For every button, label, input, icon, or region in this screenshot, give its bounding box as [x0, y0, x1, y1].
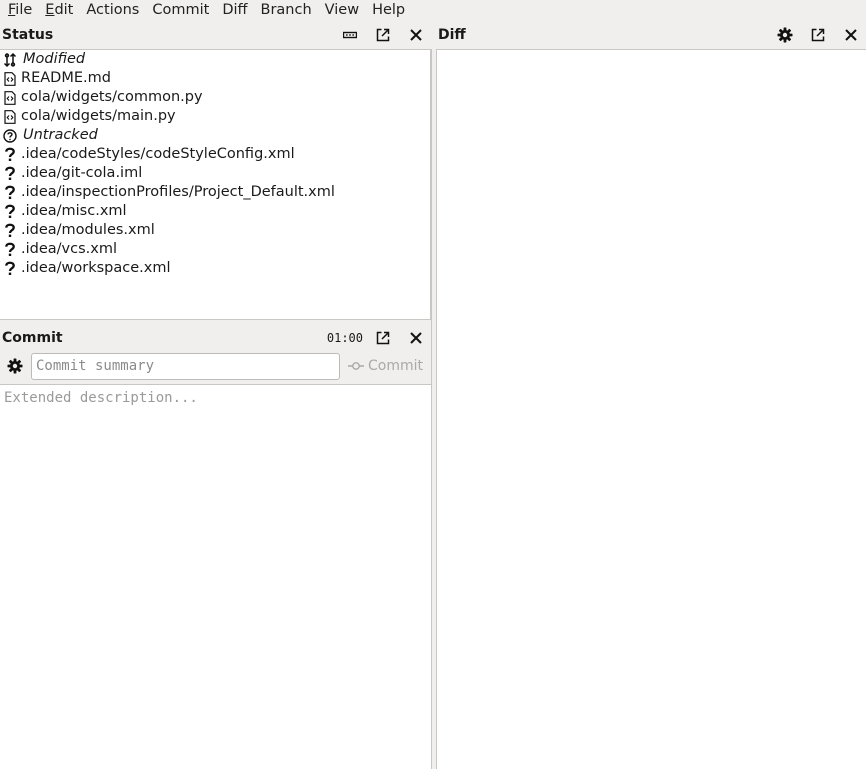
- question-icon: [1, 145, 19, 164]
- diff-float-button[interactable]: [807, 24, 829, 46]
- sync-icon: [1, 50, 19, 69]
- commit-icon: [348, 362, 364, 370]
- status-file-row[interactable]: .idea/git-cola.iml: [0, 164, 430, 183]
- status-dock-titlebar: Status: [0, 21, 431, 49]
- menu-view[interactable]: View: [317, 0, 364, 20]
- status-file-row[interactable]: .idea/codeStyles/codeStyleConfig.xml: [0, 145, 430, 164]
- commit-float-button[interactable]: [372, 327, 394, 349]
- commit-button[interactable]: Commit: [348, 358, 423, 374]
- status-tree[interactable]: Modified README.md cola/widgets/common.p…: [0, 49, 431, 320]
- code-file-icon: [1, 107, 19, 126]
- menu-commit[interactable]: Commit: [144, 0, 214, 20]
- close-icon: [845, 29, 857, 41]
- splitter-line: [431, 49, 432, 769]
- status-options-button[interactable]: [339, 24, 361, 46]
- code-file-icon: [1, 69, 19, 88]
- menu-edit[interactable]: Edit: [37, 0, 78, 20]
- diff-close-button[interactable]: [840, 24, 862, 46]
- close-icon: [410, 29, 422, 41]
- menu-bar: File Edit Actions Commit Diff Branch Vie…: [0, 0, 866, 20]
- commit-dock-titlebar: Commit 01:00: [0, 324, 431, 352]
- commit-description-input[interactable]: [0, 385, 431, 769]
- status-file-row[interactable]: .idea/vcs.xml: [0, 240, 430, 259]
- commit-options-button[interactable]: [4, 355, 26, 377]
- commit-summary-input[interactable]: [31, 352, 340, 380]
- question-icon: [1, 259, 19, 278]
- menu-actions[interactable]: Actions: [78, 0, 144, 20]
- commit-close-button[interactable]: [405, 327, 427, 349]
- status-dock-title: Status: [2, 27, 54, 43]
- code-file-icon: [1, 88, 19, 107]
- question-icon: [1, 164, 19, 183]
- status-group-modified[interactable]: Modified: [0, 50, 430, 69]
- popout-icon: [811, 28, 825, 42]
- commit-dock-title: Commit: [2, 330, 63, 346]
- status-file-row[interactable]: cola/widgets/common.py: [0, 88, 430, 107]
- menu-help[interactable]: Help: [364, 0, 410, 20]
- diff-view[interactable]: [436, 49, 866, 769]
- status-file-row[interactable]: .idea/inspectionProfiles/Project_Default…: [0, 183, 430, 202]
- status-file-row[interactable]: .idea/misc.xml: [0, 202, 430, 221]
- status-file-row[interactable]: .idea/workspace.xml: [0, 259, 430, 278]
- gear-icon: [7, 358, 23, 374]
- gear-icon: [777, 27, 793, 43]
- question-icon: [1, 202, 19, 221]
- status-file-row[interactable]: README.md: [0, 69, 430, 88]
- commit-description-container: [0, 384, 431, 769]
- diff-dock-titlebar: Diff: [436, 21, 866, 49]
- commit-summary-row: Commit: [0, 350, 431, 382]
- close-icon: [410, 332, 422, 344]
- status-group-untracked[interactable]: Untracked: [0, 126, 430, 145]
- status-close-button[interactable]: [405, 24, 427, 46]
- popout-icon: [376, 331, 390, 345]
- menu-file[interactable]: File: [0, 0, 37, 20]
- menu-branch[interactable]: Branch: [253, 0, 317, 20]
- status-file-row[interactable]: cola/widgets/main.py: [0, 107, 430, 126]
- diff-dock-title: Diff: [438, 27, 466, 43]
- commit-timer: 01:00: [326, 331, 363, 345]
- ellipsis-icon: [343, 31, 357, 39]
- question-icon: [1, 240, 19, 259]
- menu-diff[interactable]: Diff: [214, 0, 252, 20]
- status-file-row[interactable]: .idea/modules.xml: [0, 221, 430, 240]
- question-icon: [1, 221, 19, 240]
- git-cola-window: File Edit Actions Commit Diff Branch Vie…: [0, 0, 866, 769]
- popout-icon: [376, 28, 390, 42]
- question-icon: [1, 183, 19, 202]
- status-float-button[interactable]: [372, 24, 394, 46]
- question-circle-icon: [1, 126, 19, 145]
- diff-options-button[interactable]: [774, 24, 796, 46]
